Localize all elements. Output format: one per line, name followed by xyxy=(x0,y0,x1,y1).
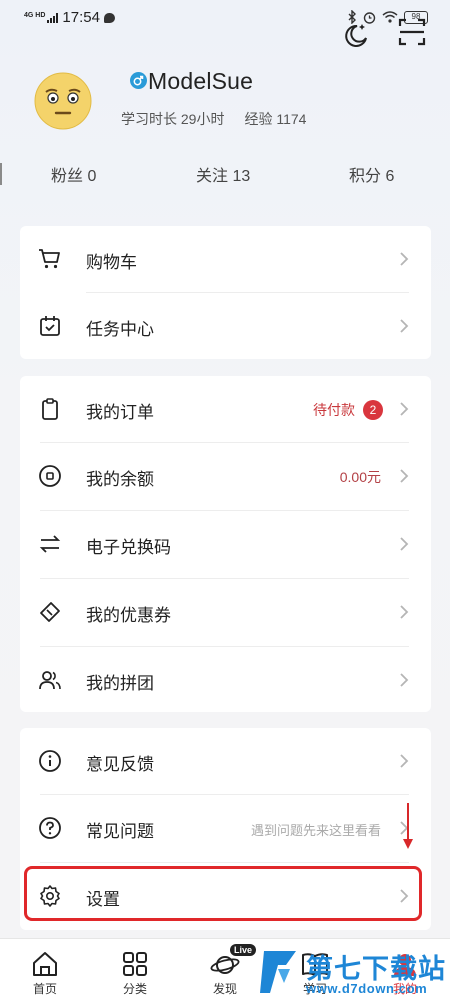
chevron-right-icon xyxy=(400,754,409,768)
watermark-logo-icon xyxy=(260,951,296,993)
home-icon xyxy=(33,952,57,976)
menu-item-label: 我的优惠券 xyxy=(86,606,171,625)
question-icon xyxy=(39,817,61,839)
following-count[interactable]: 关注 13 xyxy=(196,162,250,186)
male-gender-icon xyxy=(130,72,147,89)
watermark-url: www.d7down.com xyxy=(306,981,428,996)
settings-highlight-box xyxy=(24,866,422,921)
orders-card: 我的订单 待付款 2 我的余额 0.00元 电子兑换码 我的优惠券 我的拼团 xyxy=(20,376,431,712)
nav-label: 首页 xyxy=(32,982,57,996)
chevron-right-icon xyxy=(400,605,409,619)
network-indicator: 4G HD xyxy=(24,12,46,19)
status-bar: 4G HD 17:54 98 xyxy=(0,0,450,36)
menu-item-label: 意见反馈 xyxy=(86,755,154,774)
menu-item-coupons[interactable]: 我的优惠券 xyxy=(20,579,431,645)
watermark: 第七下载站 www.d7down.com xyxy=(250,945,450,1000)
menu-item-feedback[interactable]: 意见反馈 xyxy=(20,728,431,794)
chevron-right-icon xyxy=(400,319,409,333)
menu-item-redeem-code[interactable]: 电子兑换码 xyxy=(20,511,431,577)
order-count-badge: 2 xyxy=(363,400,383,420)
status-time: 17:54 xyxy=(62,9,100,26)
menu-item-label: 任务中心 xyxy=(86,320,154,339)
chevron-right-icon xyxy=(400,469,409,483)
pending-payment-label: 待付款 xyxy=(313,402,355,418)
scan-icon[interactable] xyxy=(398,18,426,46)
menu-item-task-center[interactable]: 任务中心 xyxy=(20,293,431,359)
menu-item-label: 我的余额 xyxy=(86,470,154,489)
menu-item-label: 我的拼团 xyxy=(86,674,154,693)
fans-count[interactable]: 粉丝 0 xyxy=(51,162,96,186)
menu-item-label: 购物车 xyxy=(86,253,137,272)
balance-amount: 0.00元 xyxy=(339,469,381,485)
nav-label: 分类 xyxy=(122,982,147,996)
wifi-icon xyxy=(382,11,398,23)
grid-icon xyxy=(123,952,147,976)
counts-bar: 粉丝 0 关注 13 积分 6 xyxy=(0,162,450,188)
clipboard-icon xyxy=(42,398,58,420)
menu-item-orders[interactable]: 我的订单 待付款 2 xyxy=(20,376,431,442)
chevron-right-icon xyxy=(400,252,409,266)
points-count[interactable]: 积分 6 xyxy=(349,162,394,186)
exchange-icon xyxy=(39,535,61,553)
coin-icon xyxy=(39,465,61,487)
red-arrow-down-icon xyxy=(403,803,413,849)
chevron-right-icon xyxy=(400,402,409,416)
info-icon xyxy=(39,750,61,772)
calendar-check-icon xyxy=(40,316,60,336)
signal-icon xyxy=(47,12,59,23)
ticket-icon xyxy=(40,602,60,622)
menu-item-balance[interactable]: 我的余额 0.00元 xyxy=(20,443,431,509)
group-users-icon xyxy=(39,671,61,690)
nav-home[interactable]: 首页 xyxy=(10,939,80,1000)
menu-item-label: 我的订单 xyxy=(86,403,154,422)
profile-stats: 学习时长 29小时 经验 1174 xyxy=(121,109,306,129)
cart-icon xyxy=(39,249,60,269)
chat-notification-icon xyxy=(103,12,115,23)
username: ModelSue xyxy=(148,68,254,94)
nav-category[interactable]: 分类 xyxy=(100,939,170,1000)
menu-item-faq[interactable]: 常见问题 遇到问题先来这里看看 xyxy=(20,795,431,861)
night-mode-icon[interactable] xyxy=(340,20,370,50)
menu-item-group-buy[interactable]: 我的拼团 xyxy=(20,647,431,713)
chevron-right-icon xyxy=(400,673,409,687)
chevron-right-icon xyxy=(400,537,409,551)
menu-item-label: 电子兑换码 xyxy=(86,538,171,557)
faq-hint: 遇到问题先来这里看看 xyxy=(250,823,381,838)
shopping-card: 购物车 任务中心 xyxy=(20,226,431,359)
study-time: 学习时长 29小时 xyxy=(121,111,225,127)
menu-item-cart[interactable]: 购物车 xyxy=(20,226,431,292)
avatar[interactable] xyxy=(34,72,92,130)
experience: 经验 1174 xyxy=(244,111,307,127)
menu-item-label: 常见问题 xyxy=(86,822,154,841)
